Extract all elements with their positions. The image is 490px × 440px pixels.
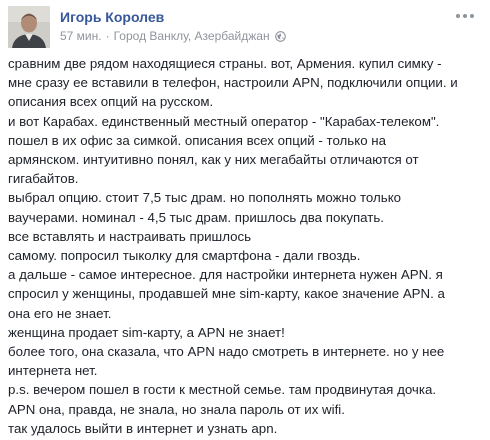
post-text-line: и вот Карабах. единственный местный опер…: [8, 113, 440, 129]
post-text-line: p.s. вечером пошел в гости к местной сем…: [8, 382, 437, 398]
globe-icon[interactable]: [274, 30, 286, 42]
post-text-line: а дальше - самое интересное. для настрой…: [8, 267, 443, 283]
post-text-line: спросил у женщины, продавшей мне sim-кар…: [8, 286, 445, 302]
post-text: сравним две рядом находящиеся страны. во…: [8, 54, 486, 438]
post-text-line: APN она, правда, не знала, но знала паро…: [8, 401, 345, 417]
post-text-line: пошел в их офис за симкой. описания всех…: [8, 132, 387, 148]
avatar-photo: [8, 6, 50, 48]
post-text-line: армянском. интуитивно понял, как у них м…: [8, 152, 419, 168]
post-meta: 57 мин. · Город Ванклу, Азербайджан: [60, 29, 286, 43]
post-text-line: так удалось выйти в интернет и узнать ap…: [8, 420, 278, 436]
post-text-line: все вставлять и настраивать пришлось: [8, 228, 252, 244]
more-options-button[interactable]: [455, 9, 475, 23]
post-text-line: она его не знает.: [8, 305, 112, 321]
meta-separator: ·: [105, 29, 110, 43]
post-text-line: ваучерами. номинал - 4,5 тыс драм. пришл…: [8, 209, 385, 225]
post-location[interactable]: Город Ванклу, Азербайджан: [114, 29, 270, 43]
post-text-line: женщина продает sim-карту, а APN не знае…: [8, 324, 285, 340]
post-header: Игорь Королев 57 мин. · Город Ванклу, Аз…: [0, 0, 490, 50]
post-text-line: мне сразу ее вставили в телефон, настрои…: [8, 75, 458, 91]
post-text-line: описания всех опций на русском.: [8, 94, 214, 110]
author-avatar[interactable]: [8, 6, 50, 48]
author-name-link[interactable]: Игорь Королев: [60, 9, 164, 25]
post-text-line: гигабайтов.: [8, 171, 79, 187]
post-text-line: более того, она сказала, что APN надо см…: [8, 344, 445, 360]
post-text-line: интернета нет.: [8, 363, 98, 379]
post-text-line: самому. попросил тыколку для смартфона -…: [8, 248, 361, 264]
post-text-line: выбрал опцию. стоит 7,5 тыс драм. но поп…: [8, 190, 402, 206]
post-text-line: сравним две рядом находящиеся страны. во…: [8, 56, 442, 71]
post-timestamp[interactable]: 57 мин.: [60, 29, 102, 43]
facebook-post: Игорь Королев 57 мин. · Город Ванклу, Аз…: [0, 0, 490, 440]
more-options-icon: [456, 14, 474, 18]
